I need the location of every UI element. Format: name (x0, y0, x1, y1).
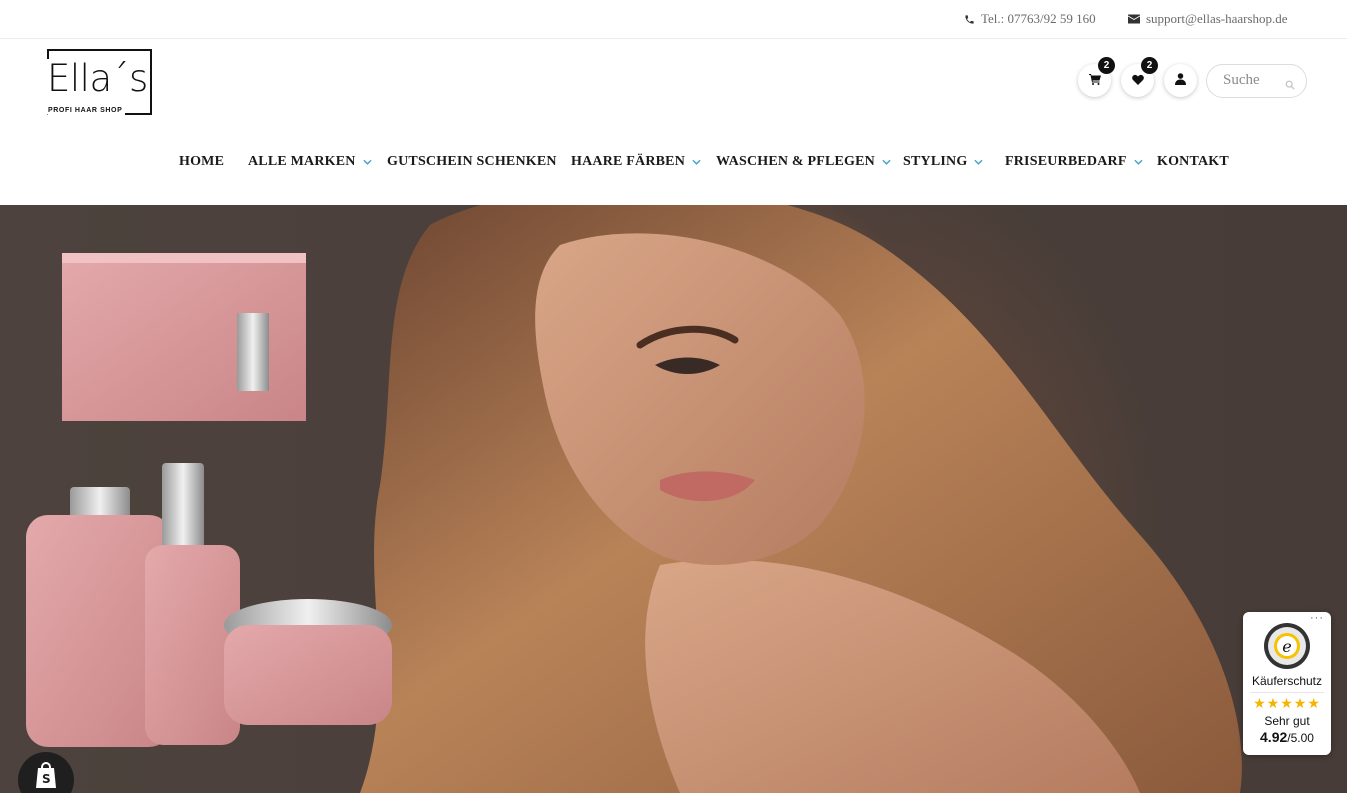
nav-item-home[interactable]: HOME (179, 154, 224, 170)
nav-item-gutschein-schenken[interactable]: GUTSCHEIN SCHENKEN (387, 154, 557, 170)
nav-label: FRISEURBEDARF (1005, 154, 1127, 169)
trusted-shops-badge[interactable]: ··· e Käuferschutz ★★★★★ Sehr gut 4.92/5… (1243, 612, 1331, 755)
cart-icon (1088, 72, 1101, 90)
search-box[interactable] (1206, 64, 1307, 98)
nav-item-friseurbedarf[interactable]: FRISEURBEDARF (1005, 154, 1143, 170)
svg-text:e: e (1282, 637, 1291, 656)
nav-item-styling[interactable]: STYLING (903, 154, 984, 170)
chevron-down-icon (363, 159, 372, 165)
chevron-down-icon (882, 159, 891, 165)
chevron-down-icon (974, 159, 984, 165)
nav-item-alle-marken[interactable]: ALLE MARKEN (248, 154, 372, 170)
logo-tagline: PROFI HAAR SHOP (48, 107, 126, 115)
account-button[interactable] (1164, 64, 1197, 97)
cart-button[interactable]: 2 (1078, 57, 1115, 97)
nav-label: STYLING (903, 154, 968, 169)
phone-number: Tel.: 07763/92 59 160 (981, 11, 1096, 26)
rating-stars: ★★★★★ (1253, 695, 1321, 711)
main-navigation: HOME ALLE MARKEN GUTSCHEIN SCHENKEN HAAR… (0, 150, 1347, 176)
email-address: support@ellas-haarshop.de (1146, 11, 1288, 26)
phone-contact[interactable]: Tel.: 07763/92 59 160 (964, 11, 1096, 27)
phone-icon (964, 14, 975, 25)
nav-label: ALLE MARKEN (248, 154, 356, 169)
nav-label: KONTAKT (1157, 154, 1229, 169)
rating-score: 4.92/5.00 (1243, 729, 1331, 745)
nav-item-waschen-pflegen[interactable]: WASCHEN & PFLEGEN (716, 154, 891, 170)
chevron-down-icon (692, 159, 701, 165)
logo-wordmark: Ella´s (47, 57, 150, 100)
user-icon (1175, 72, 1186, 90)
fluid-bottle (162, 463, 204, 557)
buyer-protection-label: Käuferschutz (1251, 674, 1323, 688)
heart-icon (1131, 72, 1144, 90)
hero-image (26, 205, 1242, 793)
nav-item-haare-faerben[interactable]: HAARE FÄRBEN (571, 154, 701, 170)
email-contact[interactable]: support@ellas-haarshop.de (1128, 11, 1288, 27)
svg-text:S: S (42, 772, 51, 786)
product-box (62, 253, 306, 421)
score-value: 4.92 (1260, 729, 1288, 745)
search-input[interactable] (1223, 72, 1283, 89)
shop-logo[interactable]: Ella´s PROFI HAAR SHOP (47, 49, 153, 117)
nav-label: WASCHEN & PFLEGEN (716, 154, 875, 169)
envelope-icon (1128, 14, 1140, 24)
top-bar: Tel.: 07763/92 59 160 support@ellas-haar… (0, 0, 1347, 39)
divider (1250, 692, 1324, 693)
trusted-shops-seal-icon: e (1263, 622, 1311, 675)
rating-verdict: Sehr gut (1264, 714, 1310, 728)
nav-item-kontakt[interactable]: KONTAKT (1157, 154, 1229, 170)
search-icon[interactable] (1285, 77, 1295, 95)
hero-banner[interactable] (0, 205, 1347, 793)
nav-label: HAARE FÄRBEN (571, 154, 686, 169)
shampoo-bottle (70, 487, 130, 519)
shopify-bag-icon: S (35, 762, 57, 793)
more-options-icon[interactable]: ··· (1310, 612, 1324, 624)
score-max: /5.00 (1287, 731, 1314, 745)
nav-label: GUTSCHEIN SCHENKEN (387, 154, 557, 169)
wishlist-count-badge: 2 (1141, 57, 1158, 74)
cart-count-badge: 2 (1098, 57, 1115, 74)
chevron-down-icon (1134, 159, 1143, 165)
nav-label: HOME (179, 154, 225, 169)
wishlist-button[interactable]: 2 (1121, 57, 1158, 97)
